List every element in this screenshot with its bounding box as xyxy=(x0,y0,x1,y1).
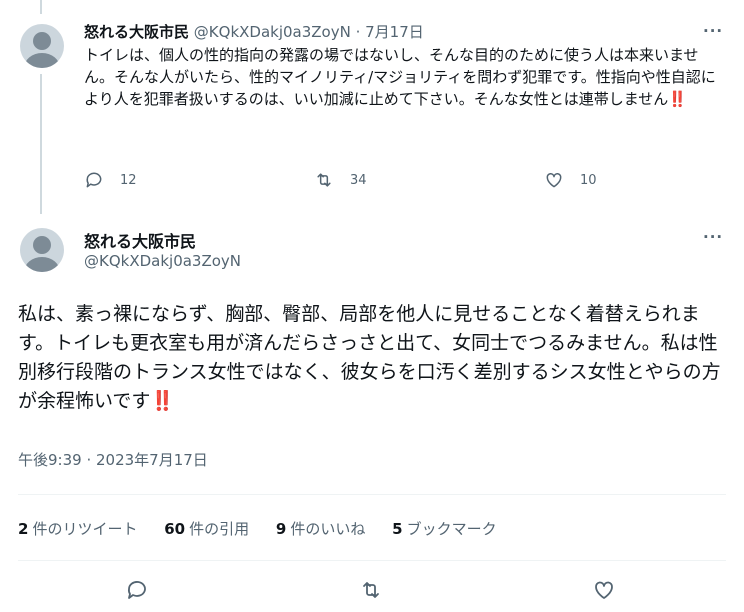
avatar[interactable] xyxy=(20,24,64,68)
tweet-timestamp[interactable]: 午後9:39 · 2023年7月17日 xyxy=(18,449,208,470)
double-exclamation-icon: ‼️ xyxy=(668,90,687,108)
main-more-icon[interactable]: ··· xyxy=(703,228,723,246)
main-tweet-text: 私は、素っ裸にならず、胸部、臀部、局部を他人に見せることなく着替えられます。トイ… xyxy=(18,300,728,416)
main-author-handle[interactable]: @KQkXDakj0a3ZoyN xyxy=(84,252,241,270)
stat-quotes-count: 60 xyxy=(164,520,186,538)
reply-more-icon[interactable]: ··· xyxy=(703,22,723,40)
avatar-head xyxy=(33,32,51,50)
reply-date[interactable]: 7月17日 xyxy=(365,23,424,41)
avatar-body xyxy=(24,257,60,272)
stat-bookmarks[interactable]: 5 ブックマーク xyxy=(392,520,496,538)
retweet-icon xyxy=(363,582,379,598)
stat-retweets-label: 件のリツイート xyxy=(32,520,138,538)
stat-quotes[interactable]: 60 件の引用 xyxy=(164,520,249,538)
heart-icon xyxy=(595,581,613,599)
main-actions xyxy=(0,576,744,604)
reply-count: 12 xyxy=(120,172,137,188)
stat-bookmarks-count: 5 xyxy=(392,520,403,538)
divider xyxy=(18,560,726,561)
main-text-body: 私は、素っ裸にならず、胸部、臀部、局部を他人に見せることなく着替えられます。トイ… xyxy=(18,303,721,412)
reply-button[interactable]: 12 xyxy=(84,170,137,190)
divider xyxy=(18,494,726,495)
main-author-name[interactable]: 怒れる大阪市民 xyxy=(84,228,196,252)
main-like-button[interactable] xyxy=(592,578,616,606)
reply-author-name[interactable]: 怒れる大阪市民 xyxy=(84,23,189,41)
reply-header: 怒れる大阪市民 @KQkXDakj0a3ZoyN · 7月17日 xyxy=(84,22,424,42)
stat-likes-label: 件のいいね xyxy=(290,520,366,538)
retweet-button[interactable]: 34 xyxy=(314,170,367,190)
stat-likes-count: 9 xyxy=(275,520,287,538)
stat-retweets-count: 2 xyxy=(18,520,29,538)
thread-line xyxy=(40,74,42,214)
stat-bookmarks-label: ブックマーク xyxy=(406,520,497,538)
avatar-head xyxy=(33,236,51,254)
double-exclamation-icon: ‼️ xyxy=(150,390,175,412)
reply-text-body: トイレは、個人の性的指向の発露の場ではないし、そんな目的のために使う人は本来いま… xyxy=(84,46,716,108)
engagement-stats: 2 件のリツイート 60 件の引用 9 件のいいね 5 ブックマーク xyxy=(18,518,519,539)
stat-likes[interactable]: 9 件のいいね xyxy=(276,520,365,538)
like-count: 10 xyxy=(580,172,597,188)
thread-line-top xyxy=(40,0,42,14)
reply-separator: · xyxy=(350,23,366,41)
stat-quotes-label: 件の引用 xyxy=(189,520,250,538)
retweet-icon xyxy=(317,173,331,187)
main-retweet-button[interactable] xyxy=(359,578,383,606)
like-button[interactable]: 10 xyxy=(544,170,597,190)
main-reply-button[interactable] xyxy=(125,578,149,606)
reply-text: トイレは、個人の性的指向の発露の場ではないし、そんな目的のために使う人は本来いま… xyxy=(84,44,724,110)
heart-icon xyxy=(546,172,562,188)
reply-author-handle[interactable]: @KQkXDakj0a3ZoyN xyxy=(194,23,351,41)
main-avatar[interactable] xyxy=(20,228,64,272)
retweet-count: 34 xyxy=(350,172,367,188)
stat-retweets[interactable]: 2 件のリツイート xyxy=(18,520,137,538)
reply-icon xyxy=(127,581,146,599)
avatar-body xyxy=(24,53,60,68)
reply-icon xyxy=(86,172,102,188)
